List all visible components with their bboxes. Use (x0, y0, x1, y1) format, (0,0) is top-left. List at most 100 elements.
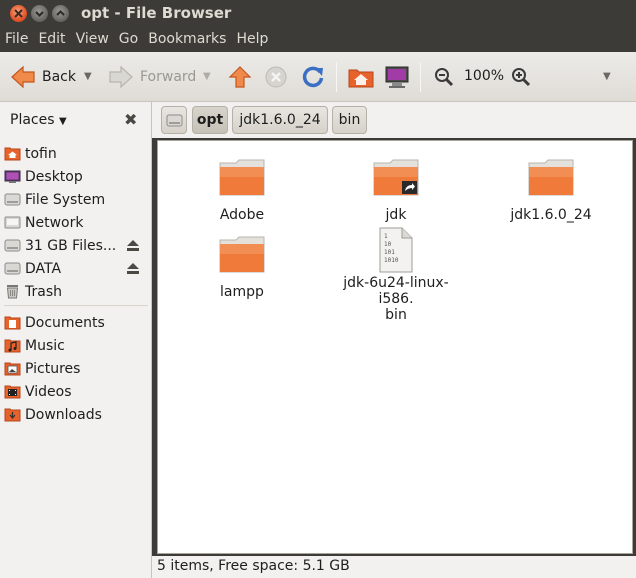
sidebar-item-data[interactable]: DATA (4, 257, 148, 280)
sidebar-item-label: Music (25, 337, 65, 354)
minimize-window-button[interactable] (31, 5, 48, 22)
computer-button[interactable] (384, 65, 410, 89)
sidebar-divider (4, 305, 148, 309)
zoom-level: 100% (464, 68, 505, 84)
sidebar-item-31gb-files[interactable]: 31 GB Files... (4, 234, 148, 257)
toolbar-overflow-dropdown[interactable]: ▼ (603, 71, 611, 82)
up-arrow-icon (228, 66, 252, 88)
forward-arrow-icon (109, 65, 133, 89)
binary-file-icon: 1 10 101 1010 (378, 227, 414, 273)
zoom-out-button[interactable] (434, 67, 454, 87)
menu-go[interactable]: Go (119, 29, 138, 49)
forward-button[interactable]: Forward (108, 65, 196, 89)
forward-label: Forward (140, 69, 197, 85)
stop-button[interactable] (264, 65, 288, 89)
documents-folder-icon (4, 316, 21, 330)
file-name-line: jdk-6u24-linux-i586. (343, 275, 449, 307)
reload-button[interactable] (301, 65, 325, 89)
home-folder-icon (348, 69, 374, 88)
drive-icon (4, 193, 21, 206)
reload-icon (302, 66, 324, 88)
menu-file[interactable]: File (5, 29, 28, 49)
back-arrow-icon (11, 65, 35, 89)
sidebar-item-pictures[interactable]: Pictures (4, 357, 148, 380)
close-icon (14, 9, 23, 18)
file-name: jdk1.6.0_24 (510, 207, 592, 223)
path-bar: opt jdk1.6.0_24 bin (152, 102, 636, 138)
home-folder-icon (4, 147, 21, 161)
binary-digit-line: 1 (384, 233, 388, 240)
zoom-out-icon (435, 68, 454, 87)
sidebar-item-file-system[interactable]: File System (4, 188, 148, 211)
file-name-line: bin (385, 307, 407, 323)
home-button[interactable] (348, 65, 374, 89)
menu-help[interactable]: Help (236, 29, 268, 49)
close-icon: ✖ (124, 110, 138, 129)
file-name: lampp (220, 284, 264, 300)
sidebar-item-trash[interactable]: Trash (4, 280, 148, 303)
path-crumb-bin[interactable]: bin (332, 106, 367, 134)
up-button[interactable] (228, 65, 252, 89)
close-window-button[interactable] (10, 5, 27, 22)
toolbar-separator (336, 62, 337, 92)
back-history-dropdown[interactable]: ▼ (84, 71, 92, 82)
places-selector[interactable]: Places ▼ (10, 112, 67, 128)
file-item-jdk[interactable]: jdk (326, 157, 466, 223)
binary-digit-line: 1010 (384, 257, 399, 264)
path-root-button[interactable] (161, 106, 187, 134)
binary-digit-line: 101 (384, 249, 395, 256)
binary-digits: 1 10 101 1010 (384, 233, 398, 265)
computer-icon (385, 66, 409, 88)
maximize-window-button[interactable] (52, 5, 69, 22)
path-crumb-opt[interactable]: opt (192, 106, 228, 134)
drive-icon (4, 239, 21, 252)
sidebar-item-label: Videos (25, 383, 72, 400)
stop-icon (265, 66, 287, 88)
pictures-folder-icon (4, 362, 21, 376)
back-button[interactable]: Back (10, 65, 76, 89)
zoom-in-icon (512, 68, 531, 87)
menu-view[interactable]: View (76, 29, 109, 49)
forward-history-dropdown[interactable]: ▼ (203, 71, 211, 82)
drive-icon (4, 262, 21, 275)
folder-icon (219, 236, 265, 273)
binary-digit-line: 10 (384, 241, 392, 248)
file-name: jdk (385, 207, 407, 223)
chevron-down-icon: ▼ (58, 116, 67, 127)
toolbar: Back ▼ Forward ▼ 100% ▼ (0, 52, 636, 102)
title-bar: opt - File Browser (0, 0, 636, 26)
sidebar-item-videos[interactable]: Videos (4, 380, 148, 403)
menu-bookmarks[interactable]: Bookmarks (148, 29, 226, 49)
sidebar-item-music[interactable]: Music (4, 334, 148, 357)
sidebar-item-label: Network (25, 214, 84, 231)
zoom-in-button[interactable] (511, 67, 531, 87)
eject-icon[interactable] (126, 262, 140, 275)
sidebar-item-downloads[interactable]: Downloads (4, 403, 148, 426)
close-sidebar-button[interactable]: ✖ (124, 110, 137, 129)
status-bar: 5 items, Free space: 5.1 GB (152, 556, 636, 578)
status-text: 5 items, Free space: 5.1 GB (157, 558, 350, 574)
menu-edit[interactable]: Edit (38, 29, 65, 49)
file-item-jdk1.6.0_24[interactable]: jdk1.6.0_24 (481, 157, 621, 223)
file-name: jdk-6u24-linux-i586. bin (326, 275, 466, 323)
path-crumb-jdk[interactable]: jdk1.6.0_24 (232, 106, 328, 134)
sidebar-item-documents[interactable]: Documents (4, 311, 148, 334)
file-item-jdk-bin[interactable]: 1 10 101 1010 jdk-6u24-linux-i586. bin (326, 227, 466, 323)
sidebar-footer (0, 556, 152, 578)
videos-folder-icon (4, 385, 21, 399)
window-title: opt - File Browser (81, 4, 232, 22)
sidebar-item-desktop[interactable]: Desktop (4, 165, 148, 188)
file-item-adobe[interactable]: Adobe (172, 157, 312, 223)
file-item-lampp[interactable]: lampp (172, 234, 312, 300)
sidebar-item-home[interactable]: tofin (4, 142, 148, 165)
drive-icon (166, 114, 182, 126)
maximize-icon (56, 10, 65, 16)
desktop-icon (4, 170, 21, 183)
sidebar-item-network[interactable]: Network (4, 211, 148, 234)
sidebar-item-label: File System (25, 191, 106, 208)
file-icon-view[interactable]: Adobe jdk jdk1.6.0_24 lampp 1 10 101 101… (157, 140, 633, 554)
menu-bar: File Edit View Go Bookmarks Help (0, 26, 636, 52)
folder-icon (219, 159, 265, 196)
folder-icon (528, 159, 574, 196)
eject-icon[interactable] (126, 239, 140, 252)
